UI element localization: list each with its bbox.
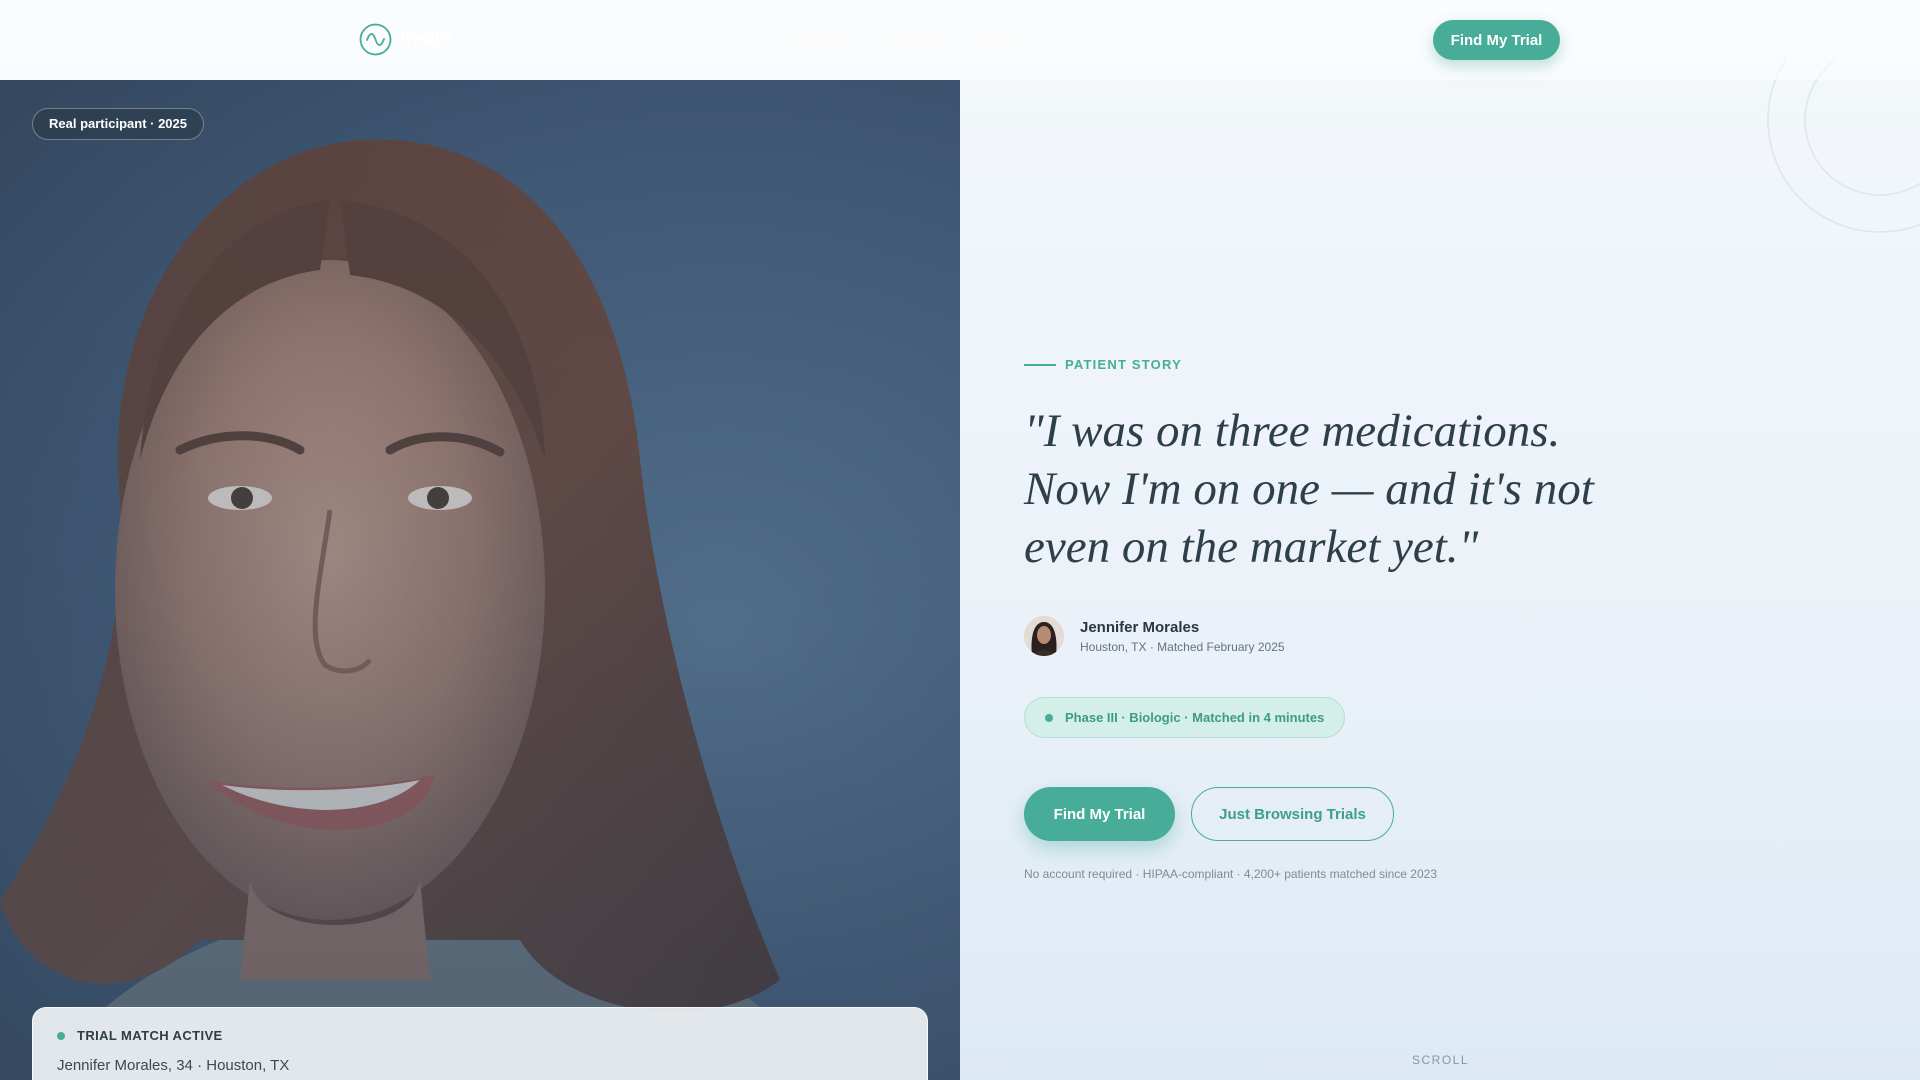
section-eyebrow: PATIENT STORY — [1024, 357, 1182, 372]
real-participant-badge: Real participant · 2025 — [32, 108, 204, 140]
avatar — [1024, 616, 1064, 656]
match-person: Jennifer Morales, 34 · Houston, TX — [57, 1057, 290, 1074]
site-header: Ireate Find trials Our story Sign in Fin… — [0, 0, 1920, 80]
logo-text: Ireate — [400, 28, 452, 50]
nav-link-sign-in[interactable]: Sign in — [971, 30, 1017, 47]
logo[interactable]: Ireate — [359, 23, 452, 56]
trial-match-card: TRIAL MATCH ACTIVE Jennifer Morales, 34 … — [32, 1007, 928, 1080]
author-meta: Houston, TX · Matched February 2025 — [1080, 639, 1285, 654]
match-status-label: TRIAL MATCH ACTIVE — [77, 1028, 223, 1043]
eyebrow-line — [1024, 363, 1056, 366]
avatar-portrait-icon — [1024, 616, 1064, 656]
decorative-rings-icon — [1767, 60, 1920, 233]
eyebrow-label: PATIENT STORY — [1065, 357, 1182, 372]
scroll-indicator[interactable]: SCROLL — [1412, 1053, 1469, 1067]
trial-phase-badge: Phase III · Biologic · Matched in 4 minu… — [1024, 697, 1346, 738]
status-dot-icon — [57, 1031, 65, 1040]
trust-line: No account required · HIPAA-compliant · … — [1024, 867, 1438, 881]
participant-portrait — [0, 80, 960, 1080]
header-find-trial-button[interactable]: Find My Trial — [1433, 20, 1560, 60]
nav-link-our-story[interactable]: Our story — [883, 30, 945, 47]
participant-photo-panel: Real participant · 2025 TRIAL MATCH ACTI… — [0, 80, 960, 1080]
trial-phase-label: Phase III · Biologic · Matched in 4 minu… — [1065, 710, 1325, 725]
author-details: Jennifer Morales Houston, TX · Matched F… — [1080, 619, 1285, 654]
nav-link-find-trials[interactable]: Find trials — [792, 30, 857, 47]
match-status: TRIAL MATCH ACTIVE — [57, 1028, 903, 1043]
wave-circle-icon — [359, 23, 392, 56]
quote-author: Jennifer Morales Houston, TX · Matched F… — [1024, 616, 1285, 656]
just-browsing-button[interactable]: Just Browsing Trials — [1191, 787, 1394, 841]
find-my-trial-button[interactable]: Find My Trial — [1024, 787, 1175, 841]
phase-dot-icon — [1045, 713, 1053, 722]
author-name: Jennifer Morales — [1080, 618, 1200, 636]
patient-quote: "I was on three medications. Now I'm on … — [1024, 405, 1594, 573]
main-nav: Find trials Our story Sign in — [792, 30, 1017, 47]
